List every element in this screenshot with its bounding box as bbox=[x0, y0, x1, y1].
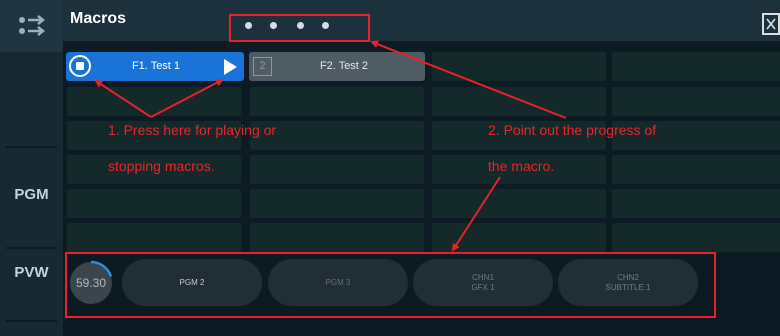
annotation-arrow bbox=[150, 79, 224, 118]
annotation-arrows bbox=[94, 40, 567, 252]
annotation-arrow bbox=[370, 40, 567, 119]
annotation-arrow bbox=[451, 176, 501, 252]
annotation-arrow bbox=[94, 79, 152, 118]
